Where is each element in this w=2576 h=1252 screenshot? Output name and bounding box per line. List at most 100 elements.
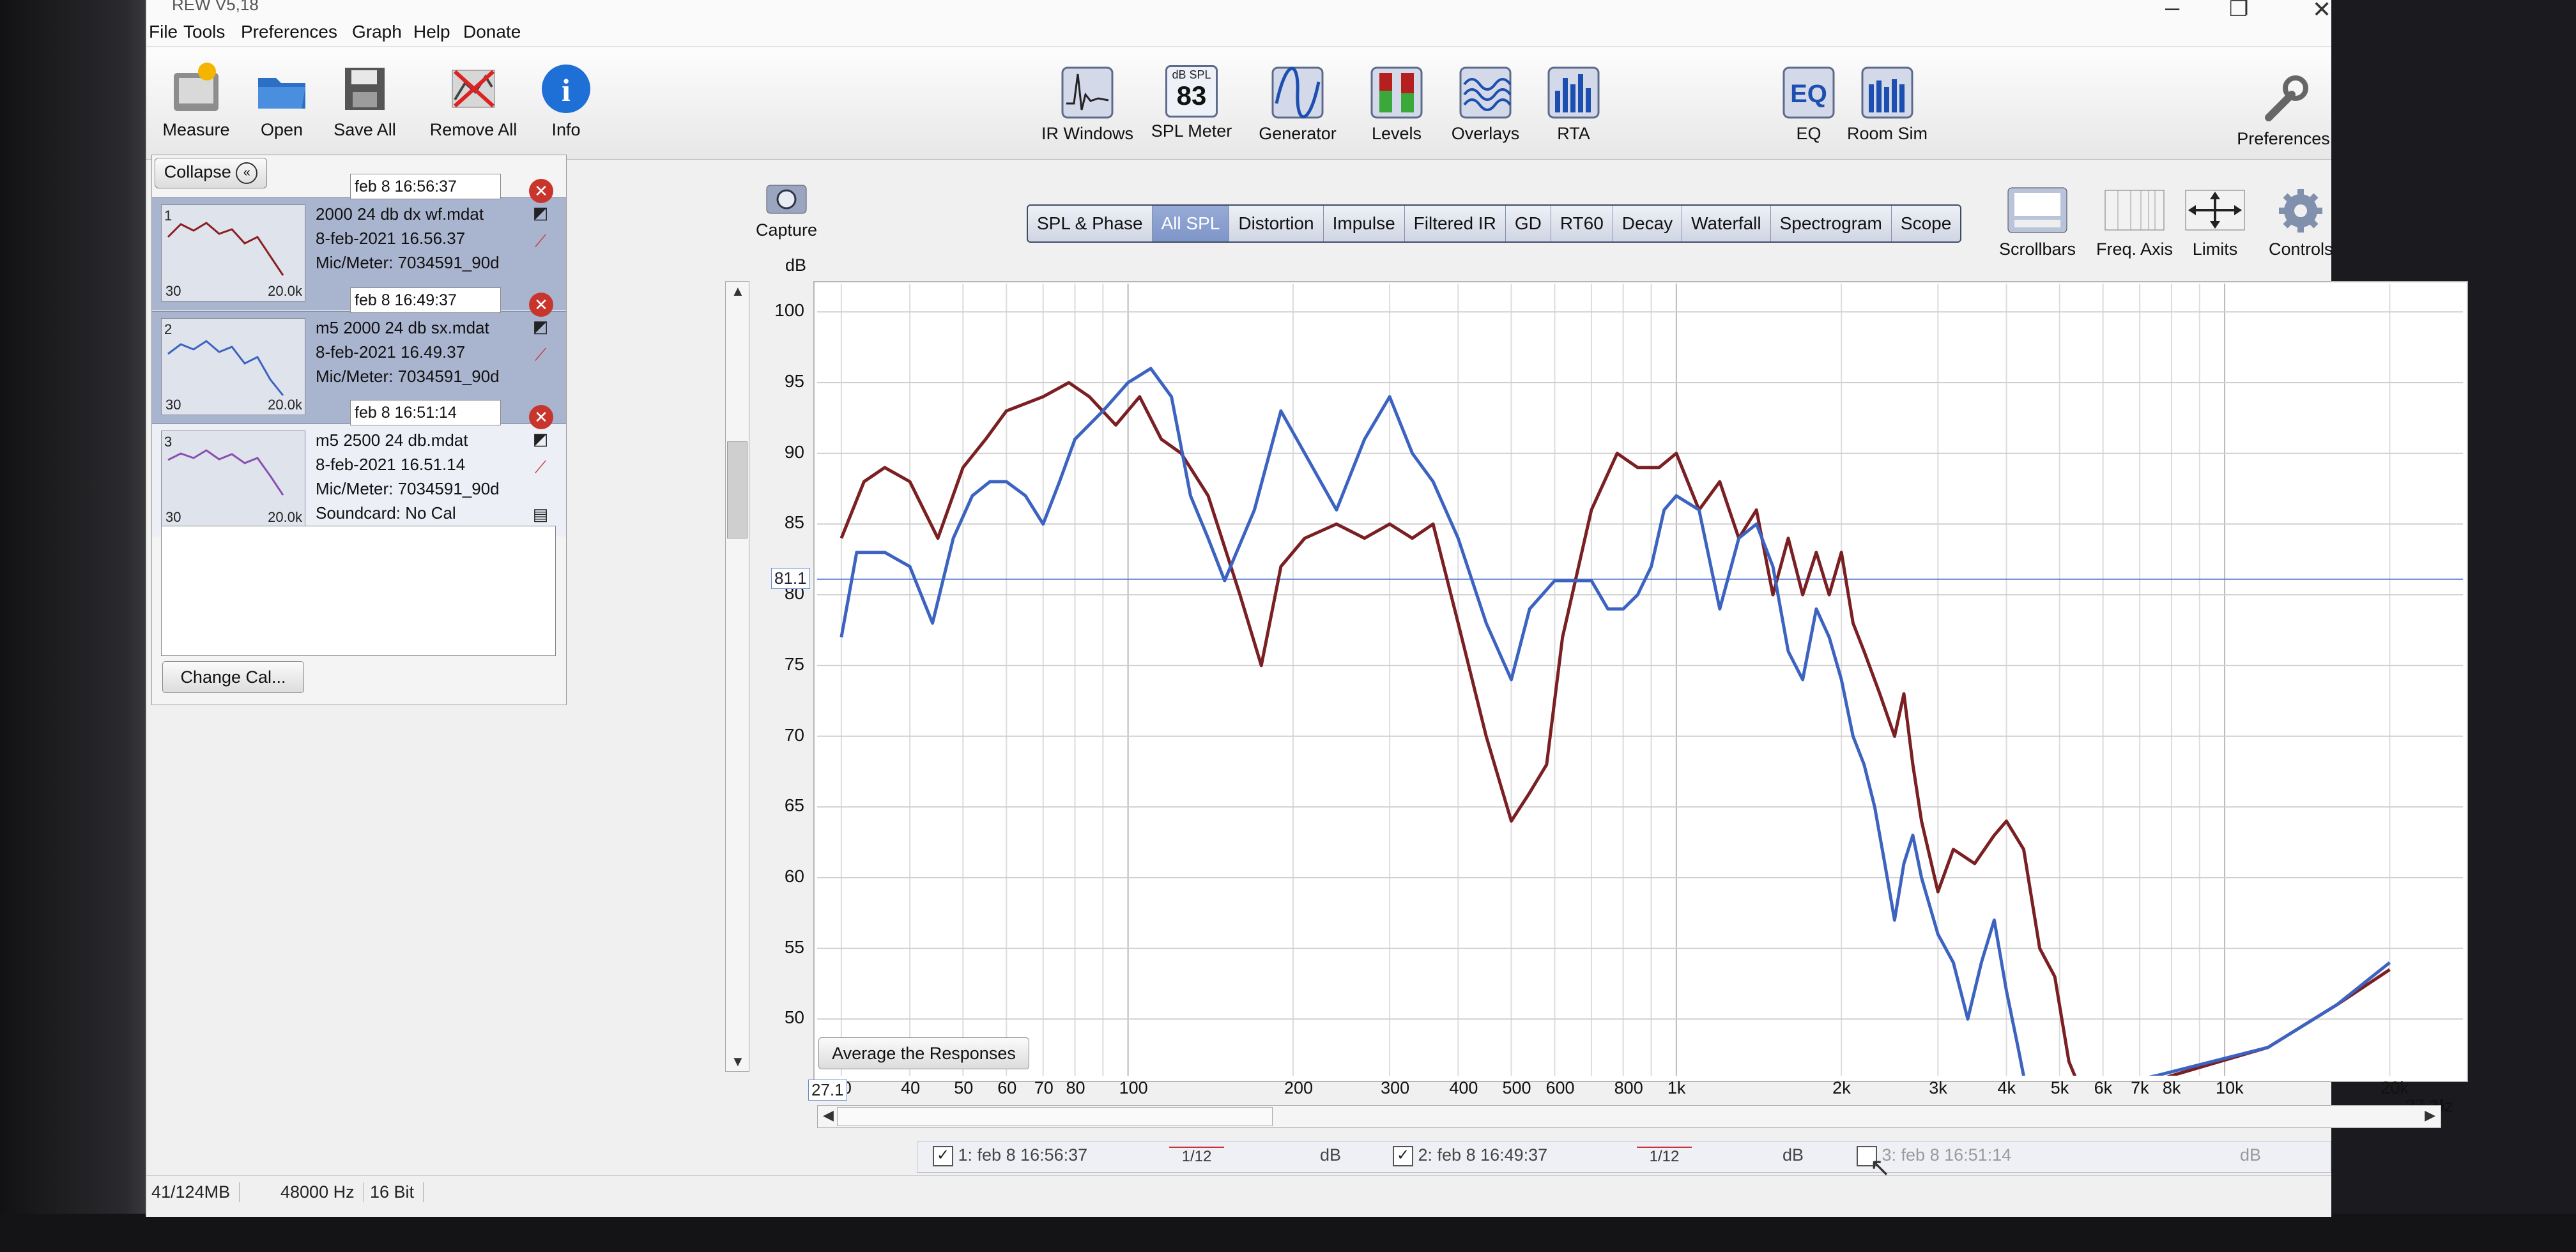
info-label: Info <box>551 120 581 139</box>
tab-impulse[interactable]: Impulse <box>1324 206 1405 241</box>
eq-button[interactable]: EQ EQ <box>1777 65 1841 144</box>
rta-button[interactable]: RTA <box>1542 65 1606 144</box>
menu-donate[interactable]: Donate <box>463 22 521 42</box>
measurement-item-3[interactable]: 3 30 20.0k ✕ m5 2500 24 db.mdat 8-feb-20… <box>152 400 566 537</box>
tab-scope[interactable]: Scope <box>1892 206 1960 241</box>
levels-button[interactable]: Levels <box>1361 65 1432 144</box>
x-min-box[interactable]: 27.1 <box>808 1080 847 1101</box>
menu-help[interactable]: Help <box>413 22 450 42</box>
ir-windows-button[interactable]: IR Windows <box>1039 65 1135 144</box>
measurement-date: 8-feb-2021 16.49.37 <box>316 342 466 362</box>
tab-filtered-ir[interactable]: Filtered IR <box>1405 206 1506 241</box>
legend-item-2[interactable]: ✓ 2: feb 8 16:49:37 <box>1393 1145 1547 1166</box>
open-button[interactable]: Open <box>250 61 314 140</box>
tab-spl-phase[interactable]: SPL & Phase <box>1028 206 1153 241</box>
x-tick-label: 3k <box>1929 1078 1947 1097</box>
menu-graph[interactable]: Graph <box>352 22 402 42</box>
scroll-down-icon[interactable]: ▼ <box>731 1053 745 1070</box>
legend-checkbox-2[interactable]: ✓ <box>1393 1145 1413 1166</box>
scroll-left-icon[interactable]: ◀ <box>823 1107 834 1124</box>
remove-all-button[interactable]: Remove All <box>422 61 525 140</box>
tab-gd[interactable]: GD <box>1506 206 1551 241</box>
tab-all-spl[interactable]: All SPL <box>1152 206 1230 241</box>
menu-bar: File Tools Preferences Graph Help Donate <box>146 18 2331 47</box>
x-tick-label: 6k <box>2094 1078 2113 1097</box>
x-tick-label: 300 <box>1381 1078 1410 1097</box>
measurement-date: 8-feb-2021 16.51.14 <box>316 455 466 474</box>
menu-tools[interactable]: Tools <box>183 22 225 42</box>
x-tick-label: 200 <box>1284 1078 1314 1097</box>
line-style-icon[interactable]: ⟋ <box>529 457 552 479</box>
tab-decay[interactable]: Decay <box>1613 206 1683 241</box>
scroll-up-icon[interactable]: ▲ <box>731 283 745 300</box>
menu-file[interactable]: File <box>149 22 178 42</box>
info-button[interactable]: i Info <box>537 61 595 140</box>
y-tick-label: 75 <box>784 653 804 674</box>
room-sim-button[interactable]: Room Sim <box>1846 65 1929 144</box>
smoothing-badge-1[interactable]: 1/12 <box>1169 1147 1224 1167</box>
average-responses-button[interactable]: Average the Responses <box>818 1037 1029 1069</box>
tab-spectrogram[interactable]: Spectrogram <box>1771 206 1892 241</box>
horizontal-scrollbar[interactable]: ◀ ▶ <box>817 1105 2441 1128</box>
remove-measurement-icon[interactable]: ✕ <box>529 405 553 429</box>
legend-item-1[interactable]: ✓ 1: feb 8 16:56:37 <box>933 1145 1087 1166</box>
svg-text:i: i <box>562 72 571 108</box>
legend-unit-2: dB <box>1782 1145 1804 1164</box>
generator-button[interactable]: Generator <box>1253 65 1342 144</box>
remove-measurement-icon[interactable]: ✕ <box>529 293 553 317</box>
freq-axis-label: Freq. Axis <box>2096 240 2174 259</box>
overlays-button[interactable]: Overlays <box>1447 65 1524 144</box>
scroll-right-icon[interactable]: ▶ <box>2425 1107 2435 1124</box>
limits-icon <box>2185 190 2245 231</box>
spl-plot[interactable] <box>817 284 2463 1076</box>
graph-color-icon[interactable]: ◩ <box>529 317 552 339</box>
freq-axis-icon <box>2104 190 2165 231</box>
controls-button[interactable]: Controls <box>2269 185 2333 259</box>
x-tick-label: 7k <box>2131 1078 2149 1097</box>
x-tick-label: 80 <box>1066 1078 1085 1097</box>
soundcard-icon[interactable]: ▤ <box>529 505 552 526</box>
line-style-icon[interactable]: ⟋ <box>529 231 552 253</box>
scrollbars-button[interactable]: Scrollbars <box>1999 185 2076 259</box>
graph-tabs: SPL & Phase All SPL Distortion Impulse F… <box>1027 204 1962 243</box>
hscroll-thumb[interactable] <box>837 1107 1273 1126</box>
remove-measurement-icon[interactable]: ✕ <box>529 179 553 203</box>
limits-button[interactable]: Limits <box>2183 185 2247 259</box>
collapse-button[interactable]: Collapse « <box>155 158 267 188</box>
tab-distortion[interactable]: Distortion <box>1229 206 1324 241</box>
graph-color-icon[interactable]: ◩ <box>529 429 552 451</box>
eq-icon: EQ <box>1782 66 1835 119</box>
capture-label: Capture <box>756 220 818 240</box>
menu-preferences[interactable]: Preferences <box>241 22 337 42</box>
measurement-name-field[interactable] <box>350 174 501 199</box>
measurement-name-field[interactable] <box>350 400 501 425</box>
freq-axis-button[interactable]: Freq. Axis <box>2096 185 2173 259</box>
scroll-thumb[interactable] <box>727 441 747 538</box>
measurements-panel: Collapse « 1 30 20.0k ✕ 2000 24 db dx wf… <box>151 155 567 705</box>
vertical-scrollbar[interactable]: ▲ ▼ <box>725 281 749 1072</box>
x-tick-label: 8k <box>2162 1078 2181 1097</box>
graph-color-icon[interactable]: ◩ <box>529 203 552 225</box>
folder-open-icon <box>258 78 305 109</box>
main-toolbar: Measure Open Save All Remove All i Info … <box>146 47 2331 160</box>
line-style-icon[interactable]: ⟋ <box>529 345 552 367</box>
spl-meter-button[interactable]: dB SPL 83 SPL Meter <box>1147 65 1236 141</box>
tab-rt60[interactable]: RT60 <box>1551 206 1613 241</box>
preferences-button[interactable]: Preferences <box>2235 70 2331 149</box>
measurement-mic: Mic/Meter: 7034591_90d <box>316 479 500 498</box>
change-cal-button[interactable]: Change Cal... <box>162 661 304 693</box>
window-title: REW V5,18 <box>172 0 259 14</box>
tab-waterfall[interactable]: Waterfall <box>1682 206 1771 241</box>
notes-area[interactable] <box>161 526 556 656</box>
smoothing-badge-2[interactable]: 1/12 <box>1637 1147 1692 1167</box>
measurement-name-field[interactable] <box>350 287 501 313</box>
cursor-level-box[interactable]: 81.1 <box>771 567 810 589</box>
save-all-button[interactable]: Save All <box>326 61 403 140</box>
measure-button[interactable]: Measure <box>158 61 234 140</box>
capture-button[interactable]: Capture <box>756 179 817 240</box>
y-axis-unit: dB <box>785 256 807 275</box>
x-tick-label: 10k <box>2216 1078 2244 1097</box>
photo-border-bottom <box>0 1214 2576 1252</box>
scrollbars-icon <box>2007 187 2067 233</box>
legend-checkbox-1[interactable]: ✓ <box>933 1145 953 1166</box>
